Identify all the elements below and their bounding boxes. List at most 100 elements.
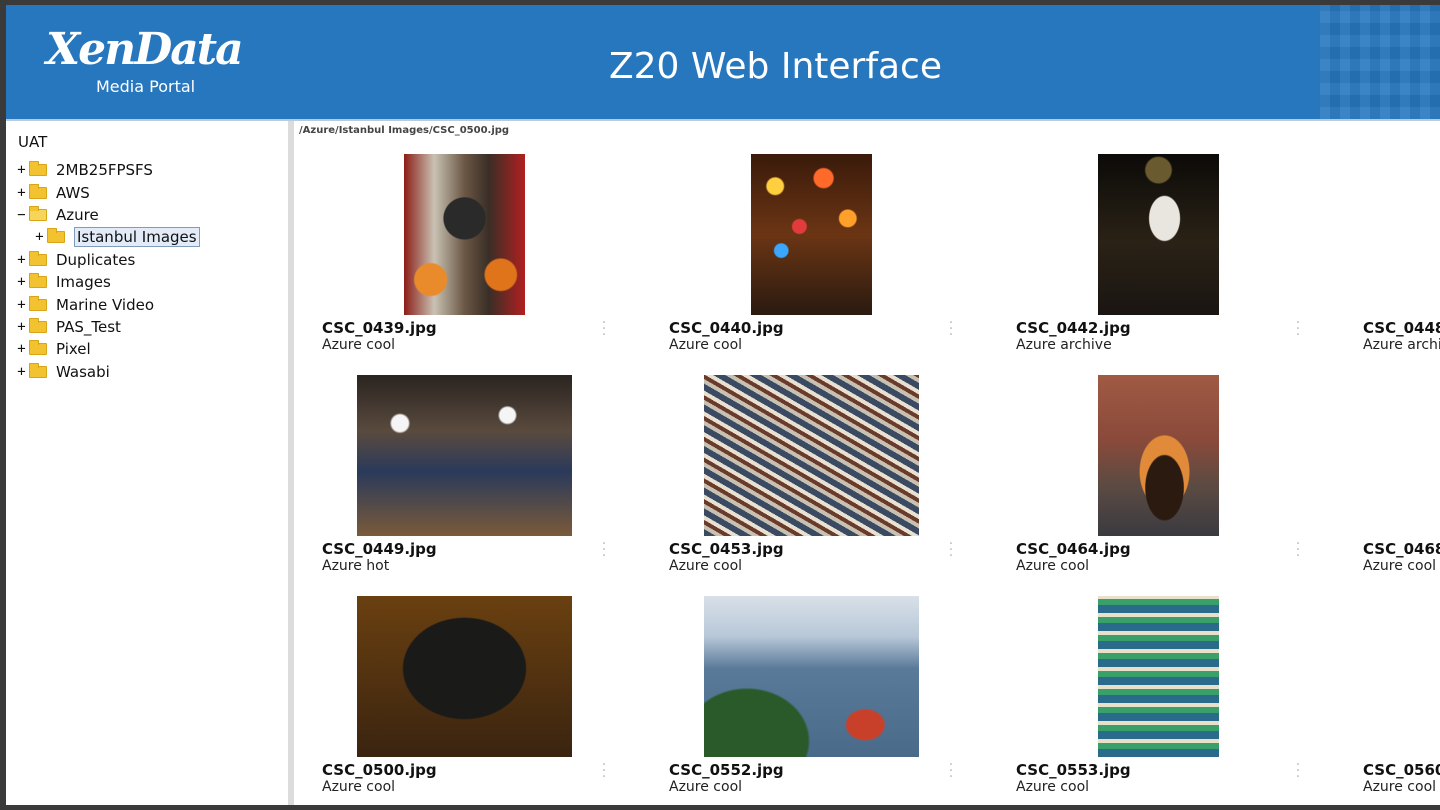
header-decoration [1320,5,1440,119]
file-thumbnail[interactable] [704,596,919,757]
file-thumbnail[interactable] [357,596,572,757]
file-thumbnail[interactable] [751,154,872,315]
tree-item-label[interactable]: Marine Video [56,296,154,314]
expand-toggle-icon[interactable]: + [16,341,27,357]
file-name[interactable]: CSC_0442.jpg [1016,319,1131,337]
file-thumbnail[interactable] [704,375,919,536]
file-name[interactable]: CSC_0448.jpg [1363,319,1440,337]
tree-item-label[interactable]: Wasabi [56,363,110,381]
file-grid-panel: /Azure/Istanbul Images/CSC_0500.jpg CSC_… [294,121,1440,805]
tree-item-2mb25fpsfs[interactable]: +2MB25FPSFS [16,159,288,181]
file-thumbnail[interactable] [1098,154,1219,315]
file-card[interactable]: CSC_0440.jpg Azure cool · · · [669,154,959,375]
file-name[interactable]: CSC_0453.jpg [669,540,784,558]
breadcrumb: /Azure/Istanbul Images/CSC_0500.jpg [299,125,510,136]
tree-item-images[interactable]: + Images [16,271,288,293]
folder-icon [29,362,47,378]
storage-tier: Azure cool [669,779,743,795]
file-card[interactable]: CSC_0464.jpg Azure cool · · · [1016,375,1306,596]
file-card[interactable]: CSC_0442.jpg Azure archive · · · [1016,154,1306,375]
expand-toggle-icon[interactable]: + [16,274,27,290]
tree-item-label[interactable]: 2MB25FPSFS [56,161,153,179]
tree-item-label[interactable]: Images [56,273,111,291]
folder-open-icon [29,205,47,221]
storage-tier: Azure cool [322,779,396,795]
tree-item-label[interactable]: PAS_Test [56,318,121,336]
file-card[interactable]: CSC_0453.jpg Azure cool · · · [669,375,959,596]
tree-item-pas-test[interactable]: + PAS_Test [16,316,288,338]
file-card[interactable]: CSC_0500.jpg Azure cool · · · [322,596,612,805]
file-name[interactable]: CSC_0464.jpg [1016,540,1131,558]
expand-toggle-icon[interactable]: + [16,185,27,201]
tree-item-duplicates[interactable]: + Duplicates [16,249,288,271]
storage-tier: Azure cool [1016,779,1090,795]
expand-toggle-icon[interactable]: + [16,162,27,178]
kebab-menu-icon[interactable]: · · · [601,537,607,563]
storage-tier: Azure cool [1363,558,1437,574]
tree-item-wasabi[interactable]: + Wasabi [16,361,288,383]
kebab-menu-icon[interactable]: · · · [948,537,954,563]
kebab-menu-icon[interactable]: · · · [948,758,954,784]
folder-tree: +2MB25FPSFS + AWS − Azure + Istanbul Images… [16,159,288,383]
kebab-menu-icon[interactable]: · · · [1295,758,1301,784]
storage-tier: Azure cool [669,337,743,353]
file-card[interactable]: CSC_0560.jpg Azure cool [1363,596,1440,805]
tree-item-label-selected[interactable]: Istanbul Images [74,227,200,248]
file-thumbnail[interactable] [1098,375,1219,536]
storage-tier: Azure hot [322,558,390,574]
file-thumbnail[interactable] [1098,596,1219,757]
storage-tier: Azure cool [322,337,396,353]
tree-item-istanbul-images[interactable]: + Istanbul Images [16,226,288,248]
file-card[interactable]: CSC_0468.jpg Azure cool [1363,375,1440,596]
storage-tier: Azure archive [1016,337,1112,353]
storage-tier: Azure cool [1016,558,1090,574]
expand-toggle-icon[interactable]: + [16,364,27,380]
kebab-menu-icon[interactable]: · · · [601,316,607,342]
tree-item-azure[interactable]: − Azure [16,204,288,226]
file-name[interactable]: CSC_0560.jpg [1363,761,1440,779]
kebab-menu-icon[interactable]: · · · [948,316,954,342]
file-name[interactable]: CSC_0552.jpg [669,761,784,779]
tree-item-label[interactable]: Azure [56,206,99,224]
header-bar: XenData Media Portal Z20 Web Interface [6,5,1440,119]
tree-root-label[interactable]: UAT [18,133,47,151]
tree-item-aws[interactable]: + AWS [16,181,288,203]
file-name[interactable]: CSC_0439.jpg [322,319,437,337]
file-name[interactable]: CSC_0468.jpg [1363,540,1440,558]
file-name[interactable]: CSC_0440.jpg [669,319,784,337]
tree-item-label[interactable]: Pixel [56,340,91,358]
folder-icon [29,273,47,289]
storage-tier: Azure cool [1363,779,1437,795]
file-card[interactable]: CSC_0449.jpg Azure hot · · · [322,375,612,596]
file-name[interactable]: CSC_0449.jpg [322,540,437,558]
kebab-menu-icon[interactable]: · · · [601,758,607,784]
tree-item-marine-video[interactable]: + Marine Video [16,293,288,315]
page-title: Z20 Web Interface [608,46,943,87]
file-thumbnail[interactable] [357,375,572,536]
kebab-menu-icon[interactable]: · · · [1295,316,1301,342]
folder-tree-panel: UAT +2MB25FPSFS + AWS − Azure + Istanbul Im… [6,121,288,805]
folder-icon [29,340,47,356]
expand-toggle-icon[interactable]: + [16,252,27,268]
file-name[interactable]: CSC_0500.jpg [322,761,437,779]
expand-toggle-icon[interactable]: + [34,229,45,245]
folder-icon [29,250,47,266]
expand-toggle-icon[interactable]: + [16,319,27,335]
kebab-menu-icon[interactable]: · · · [1295,537,1301,563]
tree-item-label[interactable]: AWS [56,184,90,202]
collapse-toggle-icon[interactable]: − [16,207,27,223]
tree-item-label[interactable]: Duplicates [56,251,135,269]
app-window: XenData Media Portal Z20 Web Interface U… [6,5,1440,805]
file-card[interactable]: CSC_0553.jpg Azure cool · · · [1016,596,1306,805]
folder-icon [29,317,47,333]
file-thumbnail[interactable] [404,154,525,315]
file-name[interactable]: CSC_0553.jpg [1016,761,1131,779]
folder-icon [29,295,47,311]
expand-toggle-icon[interactable]: + [16,297,27,313]
folder-icon [29,183,47,199]
tree-item-pixel[interactable]: + Pixel [16,338,288,360]
file-card[interactable]: CSC_0439.jpg Azure cool · · · [322,154,612,375]
file-card[interactable]: CSC_0448.jpg Azure archive [1363,154,1440,375]
folder-icon [47,228,65,244]
file-card[interactable]: CSC_0552.jpg Azure cool · · · [669,596,959,805]
